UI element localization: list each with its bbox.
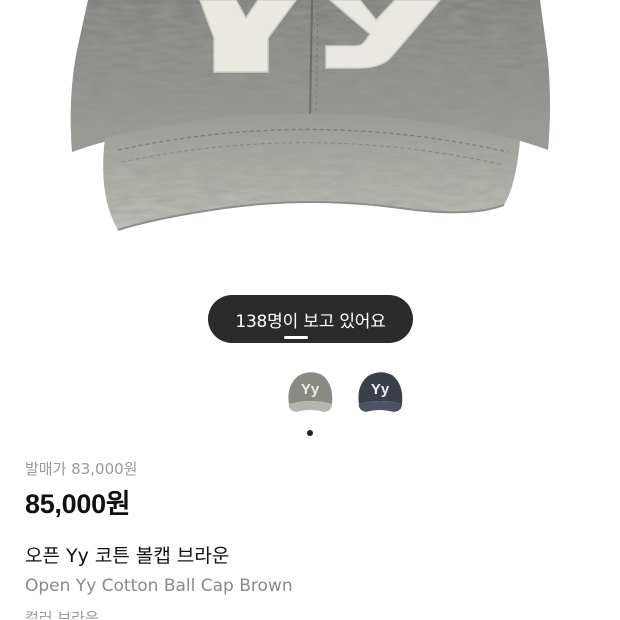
cap-illustration bbox=[70, 0, 551, 231]
release-price: 발매가 83,000원 bbox=[25, 460, 138, 478]
thumbnail-navy[interactable]: Yy bbox=[352, 366, 408, 418]
cap-thumb-navy-icon: Yy bbox=[358, 372, 403, 412]
viewer-count-text: 138명이 보고 있어요 bbox=[235, 311, 386, 332]
product-image[interactable] bbox=[0, 0, 620, 285]
thumbnail-brown[interactable]: Yy bbox=[282, 366, 338, 418]
price: 85,000원 bbox=[25, 489, 131, 519]
viewer-count-badge: 138명이 보고 있어요 bbox=[208, 295, 413, 343]
product-option-line: 컬러 브라운 bbox=[25, 609, 99, 619]
color-thumbnails: Yy Yy bbox=[0, 366, 620, 418]
carousel-page-dot bbox=[307, 430, 313, 436]
thumb-label: Yy bbox=[301, 381, 320, 398]
cap-thumb-brown-icon: Yy bbox=[288, 372, 333, 412]
product-name-ko: 오픈 Yy 코튼 볼캡 브라운 bbox=[25, 545, 230, 567]
product-info: 발매가 83,000원 85,000원 오픈 Yy 코튼 볼캡 브라운 Open… bbox=[25, 456, 595, 619]
badge-indicator bbox=[284, 336, 308, 339]
product-name-en: Open Yy Cotton Ball Cap Brown bbox=[25, 576, 293, 596]
thumb-label: Yy bbox=[371, 381, 390, 398]
